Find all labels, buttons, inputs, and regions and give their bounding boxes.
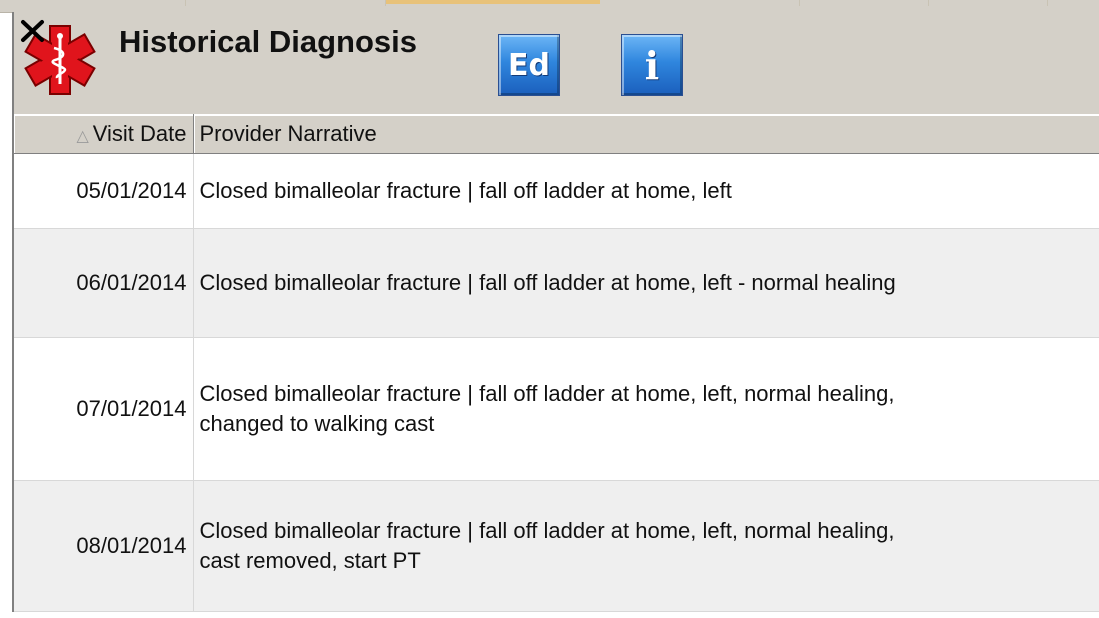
table-row[interactable]: 07/01/2014 Closed bimalleolar fracture |… [13,337,1099,481]
edit-button[interactable]: Ed [498,34,560,96]
table-row[interactable]: 05/01/2014 Closed bimalleolar fracture |… [13,153,1099,229]
narrative-cell: Closed bimalleolar fracture | fall off l… [193,228,1099,338]
narrative-cell: Closed bimalleolar fracture | fall off l… [193,337,1099,481]
table-row[interactable]: 06/01/2014 Closed bimalleolar fracture |… [13,228,1099,338]
narrative-cell: Closed bimalleolar fracture | fall off l… [193,480,1099,612]
top-segment [800,0,929,6]
visit-date-cell: 07/01/2014 [13,337,194,481]
column-header-label: Provider Narrative [199,121,377,146]
diagnosis-table: △ Visit Date Provider Narrative 05/01/201… [12,114,1099,612]
star-of-life-icon[interactable] [20,18,98,96]
narrative-line: cast removed, start PT [199,548,421,573]
top-accent-bar [385,0,600,4]
top-segment [929,0,1048,6]
historical-diagnosis-header: Historical Diagnosis Ed i [12,12,1099,114]
table-header-row: △ Visit Date Provider Narrative [13,114,1099,154]
visit-date-cell: 08/01/2014 [13,480,194,612]
table-row[interactable]: 08/01/2014 Closed bimalleolar fracture |… [13,480,1099,612]
top-segment [0,0,186,6]
narrative-line: Closed bimalleolar fracture | fall off l… [199,518,895,543]
column-header-provider-narrative[interactable]: Provider Narrative [193,114,1099,154]
sort-ascending-icon: △ [76,128,89,145]
column-header-label: Visit Date [92,121,187,146]
top-segment [186,0,386,6]
visit-date-cell: 05/01/2014 [13,153,194,229]
visit-date-cell: 06/01/2014 [13,228,194,338]
page-title: Historical Diagnosis [119,24,418,59]
narrative-line: Closed bimalleolar fracture | fall off l… [199,270,896,295]
top-segment [600,0,800,6]
narrative-line: changed to walking cast [199,411,435,436]
column-header-visit-date[interactable]: △ Visit Date [13,114,194,154]
narrative-line: Closed bimalleolar fracture | fall off l… [199,381,895,406]
narrative-line: Closed bimalleolar fracture | fall off l… [199,178,732,203]
narrative-cell: Closed bimalleolar fracture | fall off l… [193,153,1099,229]
info-button[interactable]: i [621,34,683,96]
